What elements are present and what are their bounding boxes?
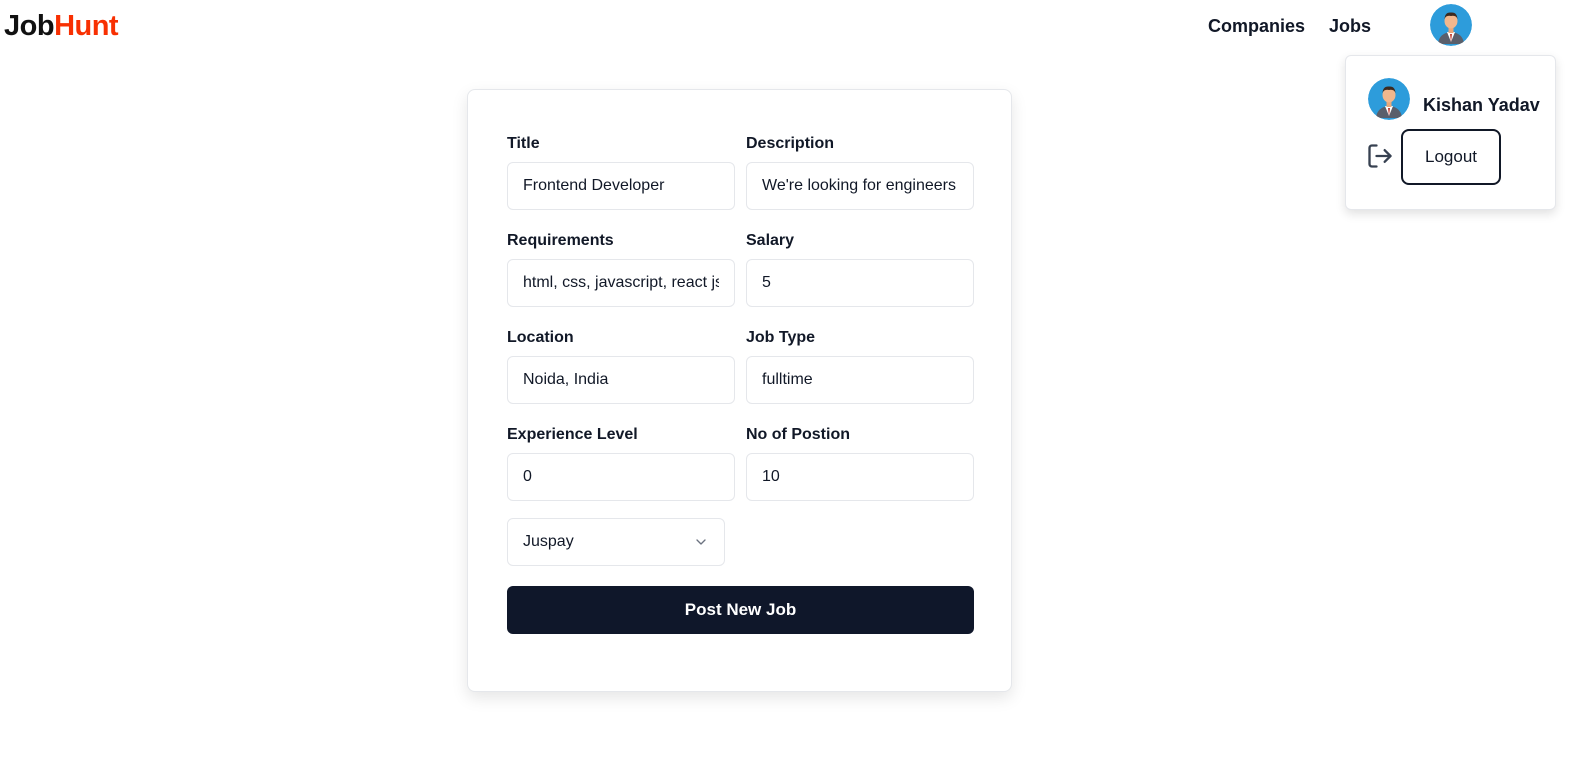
- job-type-label: Job Type: [746, 329, 816, 346]
- post-new-job-button[interactable]: Post New Job: [507, 586, 974, 634]
- no-of-position-input[interactable]: [746, 453, 974, 501]
- company-select[interactable]: Juspay: [507, 518, 725, 566]
- title-input[interactable]: [507, 162, 735, 210]
- description-label: Description: [746, 135, 835, 152]
- job-type-input[interactable]: [746, 356, 974, 404]
- post-job-form-card: Title Description Requirements Salary Lo…: [467, 89, 1012, 692]
- profile-avatar-icon: [1368, 78, 1410, 120]
- logo[interactable]: JobHunt: [4, 10, 119, 43]
- logo-part-job: Job: [4, 10, 55, 42]
- field-no-of-position: No of Postion: [746, 426, 974, 501]
- salary-input[interactable]: [746, 259, 974, 307]
- user-avatar-icon[interactable]: [1430, 4, 1472, 46]
- salary-label: Salary: [746, 232, 795, 249]
- requirements-label: Requirements: [507, 232, 614, 249]
- chevron-down-icon: [696, 539, 706, 545]
- profile-popover: Kishan Yadav Logout: [1345, 55, 1556, 210]
- log-out-icon: [1368, 144, 1392, 168]
- description-input[interactable]: [746, 162, 974, 210]
- title-label: Title: [507, 135, 540, 152]
- location-label: Location: [507, 329, 574, 346]
- requirements-input[interactable]: [507, 259, 735, 307]
- field-description: Description: [746, 135, 974, 210]
- navbar: JobHunt Companies Jobs: [0, 0, 1576, 56]
- nav-link-companies[interactable]: Companies: [1208, 16, 1305, 37]
- field-job-type: Job Type: [746, 329, 974, 404]
- logo-part-hunt: Hunt: [54, 10, 119, 42]
- field-requirements: Requirements: [507, 232, 735, 307]
- company-select-value: Juspay: [523, 533, 574, 550]
- field-experience-level: Experience Level: [507, 426, 735, 501]
- field-salary: Salary: [746, 232, 974, 307]
- nav-links: Companies Jobs: [1208, 16, 1371, 37]
- location-input[interactable]: [507, 356, 735, 404]
- no-of-position-label: No of Postion: [746, 426, 850, 443]
- logout-button[interactable]: Logout: [1401, 129, 1501, 185]
- experience-level-input[interactable]: [507, 453, 735, 501]
- nav-link-jobs[interactable]: Jobs: [1329, 16, 1371, 37]
- profile-name: Kishan Yadav: [1423, 95, 1540, 115]
- experience-level-label: Experience Level: [507, 426, 638, 443]
- field-location: Location: [507, 329, 735, 404]
- field-title: Title: [507, 135, 735, 210]
